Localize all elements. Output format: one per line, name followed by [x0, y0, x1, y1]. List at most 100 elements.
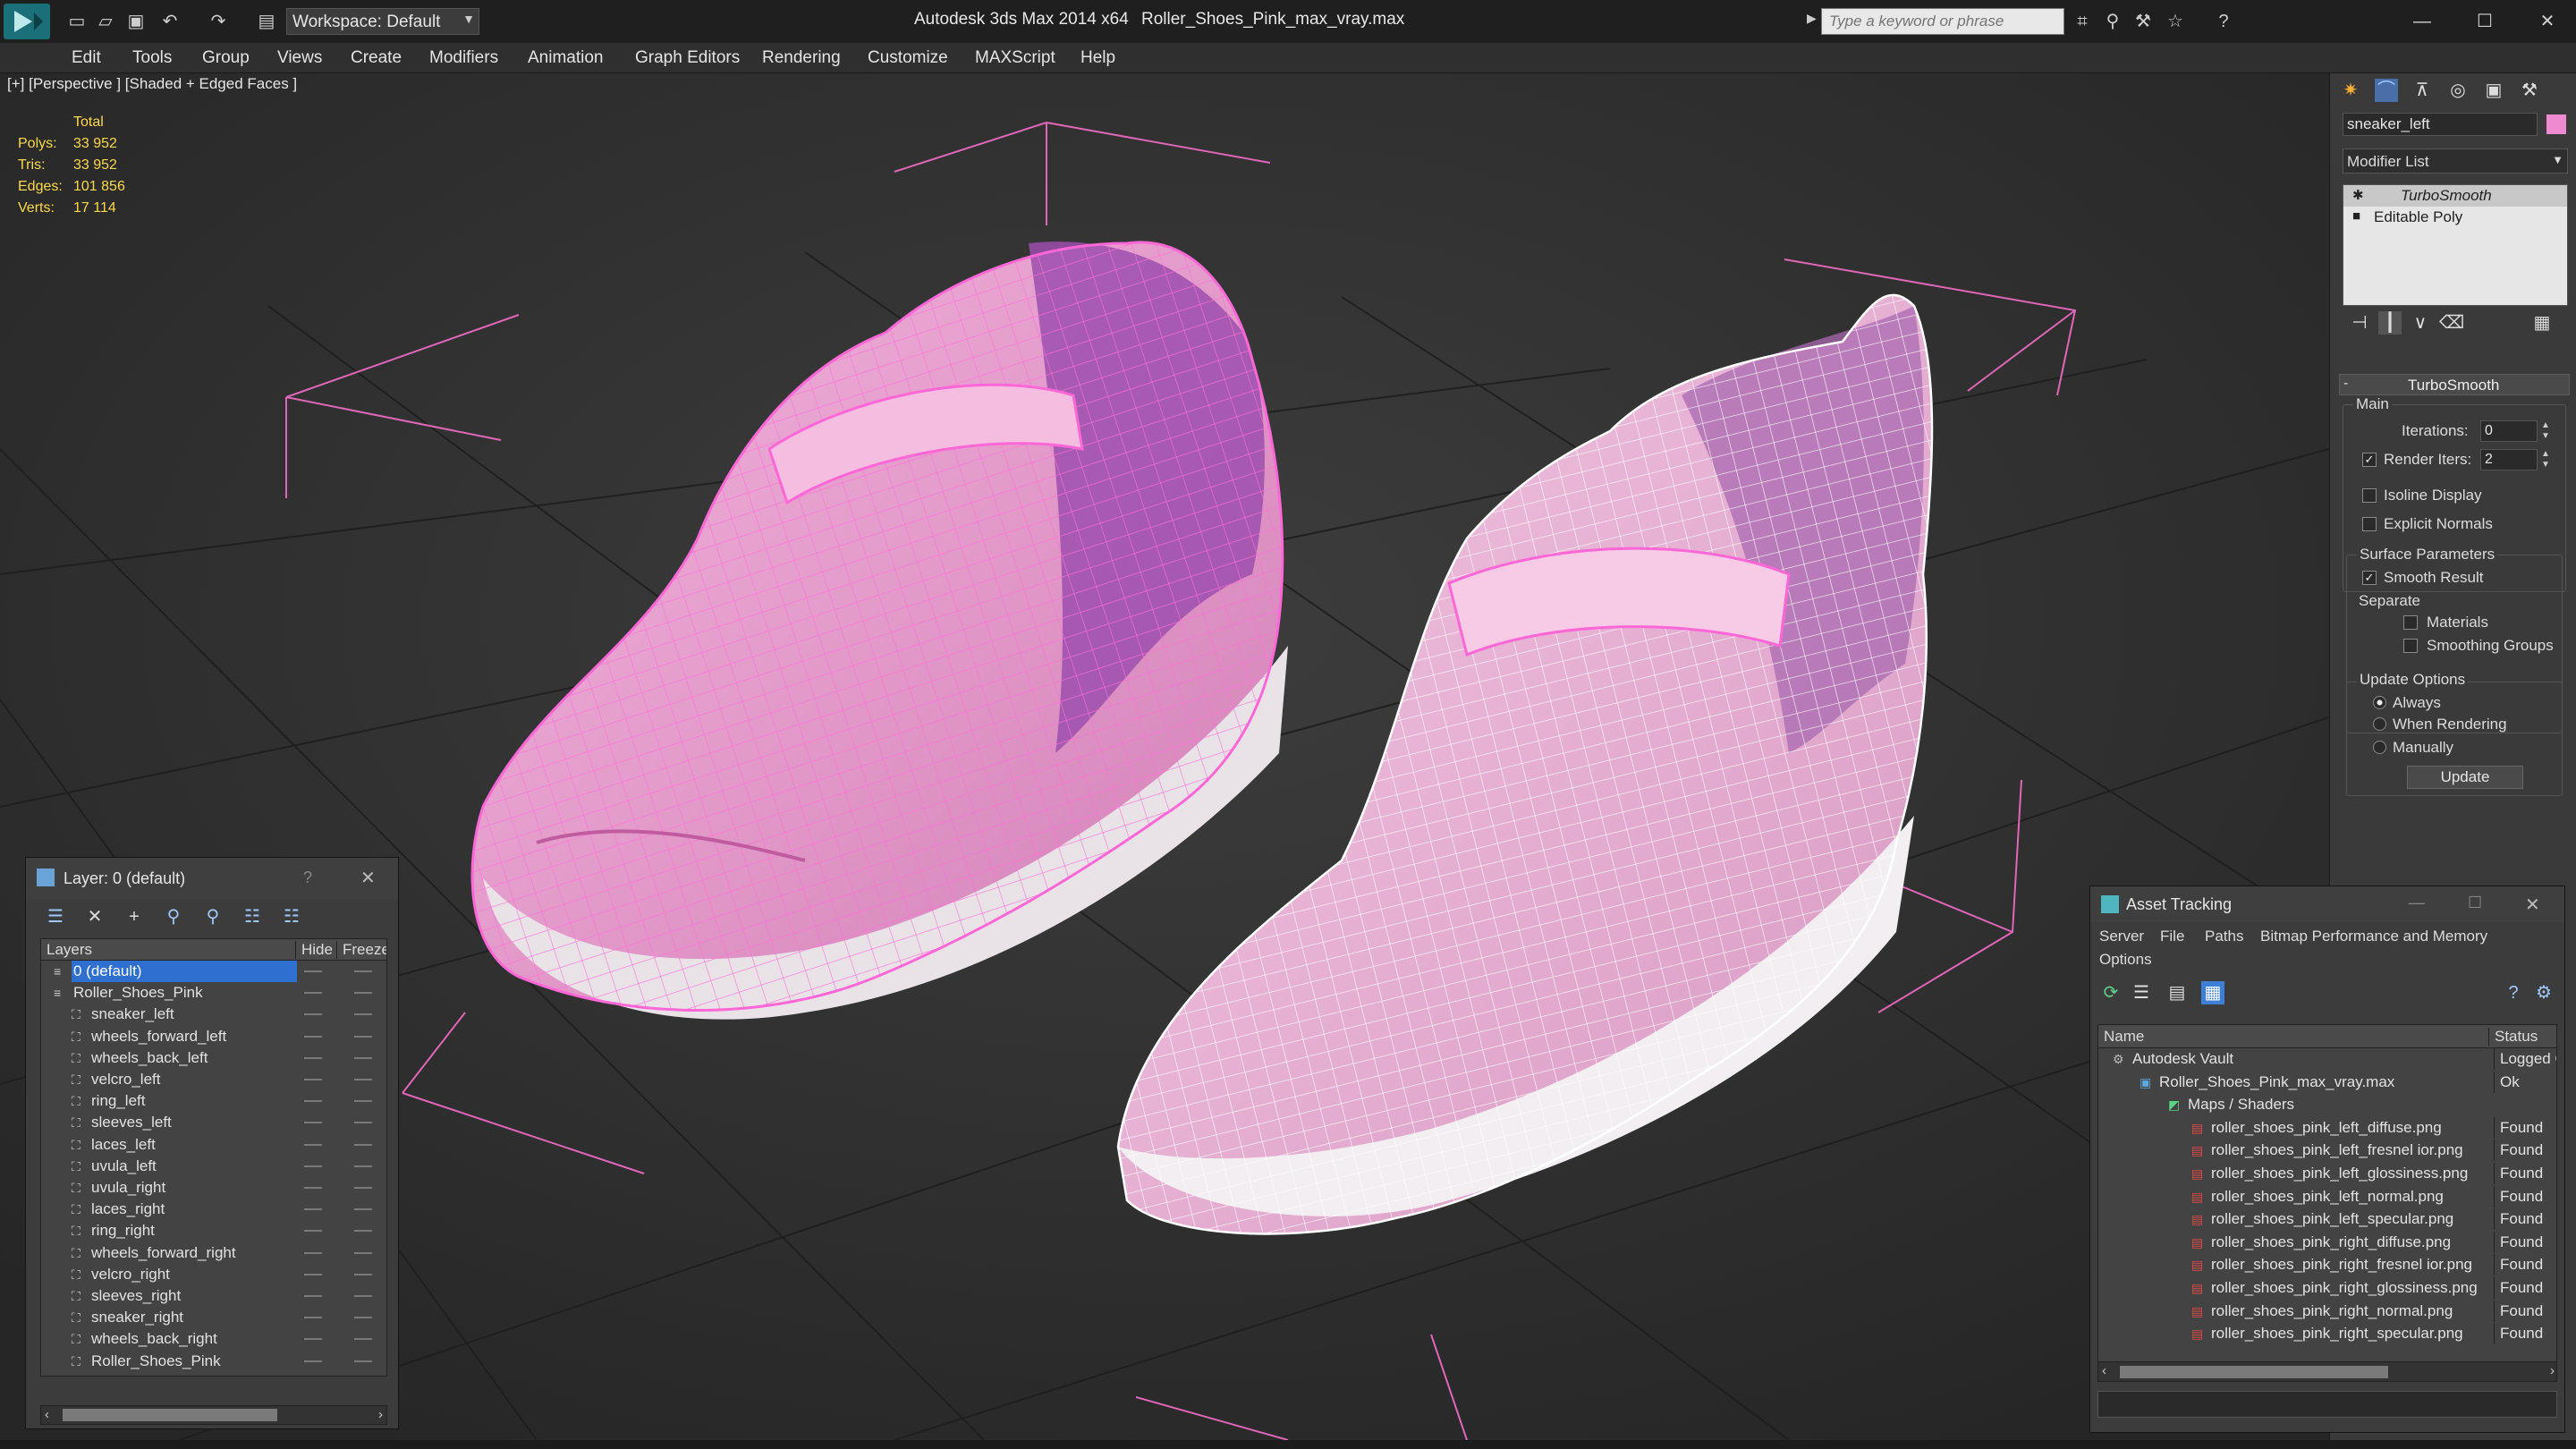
layer-name[interactable]: uvula_right [89, 1177, 297, 1199]
asset-name[interactable]: roller_shoes_pink_left_specular.png [2211, 1208, 2485, 1230]
new-file-icon[interactable]: ▭ [66, 11, 88, 32]
layer-row[interactable]: ⛶ sleeves_left [41, 1112, 386, 1133]
smoothing-groups-checkbox[interactable] [2403, 639, 2418, 653]
utilities-tab-icon[interactable]: ⚒ [2518, 79, 2541, 102]
search-input[interactable] [1821, 8, 2064, 35]
hide-toggle[interactable] [304, 1056, 322, 1059]
stack-item-turbosmooth[interactable]: ✱ TurboSmooth [2343, 185, 2567, 207]
layer-name[interactable]: ring_right [89, 1220, 297, 1241]
asset-name[interactable]: roller_shoes_pink_right_fresnel ior.png [2211, 1254, 2485, 1275]
layer-row[interactable]: ≡ 0 (default) [41, 961, 386, 982]
col-hide[interactable]: Hide [295, 941, 333, 959]
layer-row[interactable]: ⛶ sleeves_right [41, 1285, 386, 1307]
motion-tab-icon[interactable]: ◎ [2446, 79, 2470, 102]
expand-plus-icon[interactable]: ■ [2352, 208, 2360, 224]
hierarchy-tab-icon[interactable]: ⊼ [2411, 79, 2434, 102]
asset-path-field[interactable] [2097, 1391, 2557, 1418]
asset-name[interactable]: roller_shoes_pink_left_normal.png [2211, 1186, 2485, 1208]
freeze-toggle[interactable] [354, 1317, 372, 1319]
layer-name[interactable]: sleeves_left [89, 1112, 297, 1133]
asset-name[interactable]: roller_shoes_pink_right_glossiness.png [2211, 1277, 2485, 1299]
asset-name[interactable]: roller_shoes_pink_left_diffuse.png [2211, 1117, 2485, 1139]
freeze-toggle[interactable] [354, 1035, 372, 1038]
hide-toggle[interactable] [304, 1295, 322, 1297]
hide-toggle[interactable] [304, 1338, 322, 1341]
turbosmooth-rollout-header[interactable]: - TurboSmooth [2339, 374, 2570, 395]
explicit-normals-checkbox[interactable] [2362, 517, 2377, 531]
hide-toggle[interactable] [304, 1230, 322, 1233]
favorites-star-icon[interactable]: ☆ [2165, 11, 2186, 32]
menu-tools[interactable]: Tools [132, 43, 172, 73]
freeze-toggle[interactable] [354, 992, 372, 995]
minimize-icon[interactable]: — [2411, 11, 2433, 32]
spinner-arrows-icon[interactable]: ▲ ▼ [2541, 449, 2550, 470]
menu-animation[interactable]: Animation [528, 43, 604, 73]
asset-row[interactable]: ▤ roller_shoes_pink_left_fresnel ior.png F… [2098, 1140, 2556, 1162]
freeze-toggle[interactable] [354, 1100, 372, 1103]
isoline-display-checkbox[interactable] [2362, 488, 2377, 503]
freeze-toggle[interactable] [354, 1056, 372, 1059]
asset-row[interactable]: ◩ Maps / Shaders [2098, 1094, 2556, 1115]
help-icon[interactable]: ? [303, 869, 312, 887]
stack-item-editable-poly[interactable]: ■ Editable Poly [2343, 207, 2567, 228]
col-status[interactable]: Status [2488, 1028, 2538, 1046]
scroll-right-icon[interactable]: › [378, 1407, 383, 1422]
delete-layer-icon[interactable]: ✕ [83, 905, 106, 928]
list-view-icon[interactable]: ☰ [2130, 981, 2153, 1004]
asset-row[interactable]: ▤ roller_shoes_pink_right_normal.png Found [2098, 1300, 2556, 1322]
asset-name[interactable]: roller_shoes_pink_right_diffuse.png [2211, 1232, 2485, 1253]
materials-checkbox[interactable] [2403, 615, 2418, 630]
asset-menu-paths[interactable]: Paths [2205, 928, 2243, 945]
workspace-dropdown[interactable]: Workspace: Default ▼ [286, 8, 479, 35]
menu-rendering[interactable]: Rendering [762, 43, 841, 73]
subscription-icon[interactable]: ⚲ [2102, 11, 2123, 32]
layer-row[interactable]: ⛶ velcro_right [41, 1264, 386, 1285]
help-icon[interactable]: ? [2213, 11, 2234, 32]
when-rendering-radio[interactable] [2373, 717, 2386, 731]
layer-name[interactable]: laces_left [89, 1134, 297, 1156]
asset-row[interactable]: ▤ roller_shoes_pink_right_specular.png Fou… [2098, 1323, 2556, 1345]
manually-radio[interactable] [2373, 741, 2386, 754]
redo-icon[interactable]: ↷ [208, 11, 229, 32]
layer-row[interactable]: ⛶ laces_right [41, 1199, 386, 1220]
settings-icon[interactable]: ⚙ [2532, 981, 2555, 1004]
layer-name[interactable]: uvula_left [89, 1156, 297, 1177]
viewport-label[interactable]: [+] [Perspective ] [Shaded + Edged Faces… [7, 75, 297, 93]
freeze-toggle[interactable] [354, 970, 372, 972]
scroll-right-icon[interactable]: › [2550, 1363, 2555, 1378]
update-button[interactable]: Update [2407, 766, 2523, 789]
asset-row[interactable]: ⚙ Autodesk Vault Logged O [2098, 1048, 2556, 1070]
layer-row[interactable]: ⛶ wheels_back_left [41, 1047, 386, 1069]
menu-create[interactable]: Create [351, 43, 402, 73]
always-radio[interactable] [2373, 696, 2386, 709]
communication-icon[interactable]: ⚒ [2132, 11, 2154, 32]
asset-menu-file[interactable]: File [2160, 928, 2184, 945]
hide-toggle[interactable] [304, 1187, 322, 1189]
freeze-toggle[interactable] [354, 1251, 372, 1254]
scroll-left-icon[interactable]: ‹ [2102, 1363, 2106, 1378]
layer-name[interactable]: wheels_forward_left [89, 1026, 297, 1047]
remove-modifier-icon[interactable]: ⌫ [2439, 311, 2464, 335]
freeze-toggle[interactable] [354, 1208, 372, 1211]
freeze-toggle[interactable] [354, 1013, 372, 1016]
select-in-layer-icon[interactable]: ⚲ [162, 905, 185, 928]
layer-row[interactable]: ≡ Roller_Shoes_Pink [41, 982, 386, 1004]
asset-row[interactable]: ▤ roller_shoes_pink_left_diffuse.png Found [2098, 1116, 2556, 1139]
show-end-result-icon[interactable]: ┃ [2378, 311, 2402, 335]
open-file-icon[interactable]: ▱ [95, 11, 116, 32]
freeze-toggle[interactable] [354, 1338, 372, 1341]
layer-row[interactable]: ⛶ wheels_forward_left [41, 1026, 386, 1047]
menu-group[interactable]: Group [202, 43, 250, 73]
asset-row[interactable]: ▤ roller_shoes_pink_left_specular.png Foun… [2098, 1208, 2556, 1231]
layer-row[interactable]: ⛶ uvula_right [41, 1177, 386, 1199]
hide-toggle[interactable] [304, 1360, 322, 1362]
hide-toggle[interactable] [304, 992, 322, 995]
hide-toggle[interactable] [304, 970, 322, 972]
hide-toggle[interactable] [304, 1079, 322, 1080]
binoculars-icon[interactable]: ⌗ [2072, 11, 2093, 32]
freeze-toggle[interactable] [354, 1230, 372, 1233]
asset-name[interactable]: roller_shoes_pink_left_glossiness.png [2211, 1163, 2485, 1184]
layer-name[interactable]: laces_right [89, 1199, 297, 1220]
hide-toggle[interactable] [304, 1251, 322, 1254]
asset-menu-server[interactable]: Server [2099, 928, 2144, 945]
